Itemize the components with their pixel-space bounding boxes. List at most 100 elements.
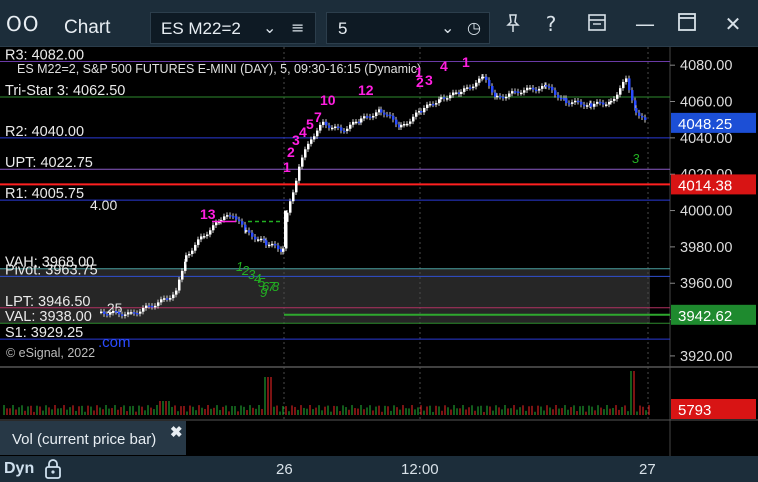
chevron-down-icon[interactable]: ⌄	[263, 18, 276, 38]
lock-icon[interactable]	[44, 458, 62, 482]
dynamic-mode-label[interactable]: Dyn	[4, 460, 34, 478]
level-label: R1: 4005.75	[5, 186, 84, 202]
candle-body	[400, 124, 403, 128]
candle-body	[499, 95, 502, 98]
candle-body	[232, 216, 235, 218]
pin-icon[interactable]	[498, 12, 528, 39]
candle-body	[310, 139, 313, 144]
candle-body	[625, 78, 628, 82]
interval-selector[interactable]: 5 ⌄ ◷	[326, 12, 490, 44]
price-tag-label: 4014.38	[678, 177, 732, 194]
candle-body	[194, 244, 197, 251]
candle-body	[245, 230, 248, 232]
candle-body	[241, 221, 244, 225]
candle-body	[438, 99, 441, 104]
candle-body	[133, 312, 136, 314]
close-icon[interactable]: ✕	[718, 12, 748, 36]
candle-body	[112, 310, 115, 313]
setup-count-magenta: 3	[425, 72, 433, 88]
price-tick-label: 4080.00	[680, 58, 732, 74]
interval-input[interactable]: 5	[338, 19, 347, 39]
candle-body	[139, 311, 142, 314]
candle-body	[328, 125, 331, 128]
candle-body	[121, 314, 124, 316]
candle-body	[316, 130, 319, 137]
price-tick-label: 3920.00	[680, 349, 732, 365]
candle-body	[307, 143, 310, 150]
candle-body	[610, 100, 613, 103]
candle-body	[557, 94, 560, 98]
candle-body	[508, 93, 511, 97]
chart-window: OO Chart ES M22=2 ⌄ ≡ 5 ⌄ ◷ ? — ✕ R3: 40…	[0, 0, 758, 482]
price-chart[interactable]: R3: 4082.00Tri-Star 3: 4062.50R2: 4040.0…	[0, 47, 758, 456]
candle-body	[395, 119, 398, 125]
candle-body	[403, 123, 406, 126]
candle-body	[420, 111, 423, 113]
candle-body	[619, 88, 622, 95]
candle-body	[274, 243, 277, 246]
candle-body	[151, 305, 154, 308]
minimize-icon[interactable]: —	[630, 12, 660, 36]
close-study-icon[interactable]: ✖	[170, 423, 183, 441]
candle-body	[325, 121, 328, 126]
help-icon[interactable]: ?	[536, 12, 566, 36]
candle-body	[538, 88, 541, 91]
candle-body	[446, 98, 449, 100]
candle-body	[455, 92, 458, 94]
candle-body	[263, 238, 266, 241]
candle-body	[631, 90, 634, 101]
candle-body	[265, 240, 268, 246]
clock-icon[interactable]: ◷	[467, 18, 481, 37]
symbol-selector[interactable]: ES M22=2 ⌄ ≡	[150, 12, 316, 44]
level-label: R2: 4040.00	[5, 124, 84, 140]
chart-app-icon[interactable]: OO	[6, 12, 39, 36]
candle-body	[565, 98, 568, 104]
menu-icon[interactable]: ≡	[291, 18, 304, 37]
candle-body	[284, 210, 287, 247]
candle-body	[432, 103, 435, 106]
level-label: S1: 3929.25	[5, 325, 83, 341]
maximize-icon[interactable]	[672, 12, 702, 37]
candle-body	[130, 312, 133, 314]
candle-body	[523, 90, 526, 93]
candle-body	[349, 124, 352, 129]
candle-body	[248, 230, 251, 233]
candle-body	[496, 95, 499, 98]
candle-body	[251, 232, 254, 237]
candle-body	[406, 123, 409, 126]
candle-body	[154, 305, 157, 308]
candle-body	[334, 126, 337, 129]
candle-body	[605, 104, 608, 106]
candle-body	[568, 103, 571, 105]
window-title: Chart	[64, 17, 111, 38]
report-icon[interactable]	[582, 12, 612, 39]
time-axis-label: 26	[276, 461, 293, 478]
time-axis-label: 12:00	[401, 461, 439, 478]
setup-count-magenta: 10	[320, 92, 336, 108]
candle-body	[178, 279, 181, 291]
candle-body	[172, 294, 175, 299]
candle-body	[520, 92, 523, 95]
setup-count-magenta: 7	[314, 109, 322, 125]
price-tick-label: 4040.00	[680, 131, 732, 147]
candle-body	[590, 103, 593, 107]
candle-body	[254, 236, 257, 240]
candle-body	[209, 230, 212, 235]
candle-body	[106, 314, 109, 316]
overlay-text: 4.00	[90, 197, 117, 213]
candle-body	[115, 310, 118, 313]
candle-body	[415, 112, 418, 117]
symbol-input[interactable]: ES M22=2	[161, 19, 241, 39]
candle-body	[449, 95, 452, 99]
candle-body	[511, 91, 514, 94]
price-tick-label: 4000.00	[680, 204, 732, 220]
chart-area[interactable]: R3: 4082.00 Tri-Star 3: 4062.50 R2: 4040.0…	[0, 47, 758, 456]
setup-count-magenta: 13	[200, 206, 216, 222]
candle-body	[166, 298, 169, 300]
candle-body	[191, 250, 194, 254]
candle-body	[160, 299, 163, 303]
candle-body	[322, 121, 325, 125]
candle-body	[282, 248, 285, 252]
candle-body	[157, 302, 160, 306]
chevron-down-icon[interactable]: ⌄	[441, 18, 454, 38]
